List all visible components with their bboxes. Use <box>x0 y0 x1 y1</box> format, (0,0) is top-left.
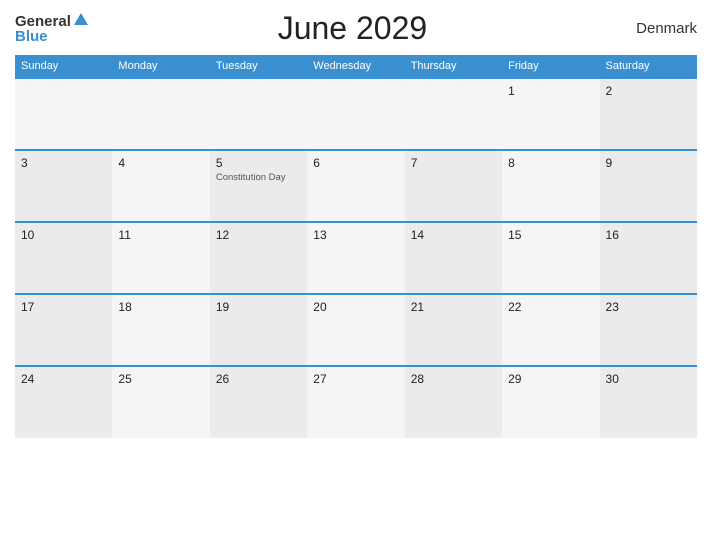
calendar-cell <box>112 78 209 150</box>
calendar-cell: 29 <box>502 366 599 438</box>
logo: General Blue <box>15 14 88 44</box>
day-number: 20 <box>313 300 398 314</box>
calendar-cell: 12 <box>210 222 307 294</box>
calendar-cell: 2 <box>600 78 697 150</box>
day-number: 12 <box>216 228 301 242</box>
calendar-cell: 11 <box>112 222 209 294</box>
calendar-cell: 3 <box>15 150 112 222</box>
calendar-cell: 14 <box>405 222 502 294</box>
calendar-cell: 24 <box>15 366 112 438</box>
weekday-monday: Monday <box>112 55 209 78</box>
day-number: 14 <box>411 228 496 242</box>
calendar-header: Sunday Monday Tuesday Wednesday Thursday… <box>15 55 697 78</box>
calendar-cell: 4 <box>112 150 209 222</box>
weekday-saturday: Saturday <box>600 55 697 78</box>
day-number: 9 <box>606 156 691 170</box>
day-number: 6 <box>313 156 398 170</box>
country-label: Denmark <box>617 20 697 37</box>
calendar-cell: 23 <box>600 294 697 366</box>
weekday-tuesday: Tuesday <box>210 55 307 78</box>
day-number: 17 <box>21 300 106 314</box>
weekday-wednesday: Wednesday <box>307 55 404 78</box>
day-number: 15 <box>508 228 593 242</box>
day-number: 22 <box>508 300 593 314</box>
day-number: 13 <box>313 228 398 242</box>
day-number: 29 <box>508 372 593 386</box>
calendar-cell: 28 <box>405 366 502 438</box>
month-title: June 2029 <box>88 10 617 47</box>
calendar-cell: 10 <box>15 222 112 294</box>
day-number: 1 <box>508 84 593 98</box>
day-number: 30 <box>606 372 691 386</box>
calendar-cell: 18 <box>112 294 209 366</box>
logo-general-text: General <box>15 14 71 29</box>
weekday-thursday: Thursday <box>405 55 502 78</box>
day-number: 23 <box>606 300 691 314</box>
day-number: 16 <box>606 228 691 242</box>
day-number: 10 <box>21 228 106 242</box>
calendar-cell: 15 <box>502 222 599 294</box>
day-number: 7 <box>411 156 496 170</box>
calendar-cell: 27 <box>307 366 404 438</box>
day-number: 5 <box>216 156 301 170</box>
calendar-cell: 21 <box>405 294 502 366</box>
weekday-friday: Friday <box>502 55 599 78</box>
day-number: 18 <box>118 300 203 314</box>
calendar-cell <box>307 78 404 150</box>
day-number: 4 <box>118 156 203 170</box>
calendar-cell <box>405 78 502 150</box>
day-number: 24 <box>21 372 106 386</box>
calendar-cell: 9 <box>600 150 697 222</box>
calendar-cell: 30 <box>600 366 697 438</box>
logo-triangle-icon <box>74 13 88 25</box>
day-number: 3 <box>21 156 106 170</box>
calendar-cell: 25 <box>112 366 209 438</box>
logo-blue-text: Blue <box>15 29 88 44</box>
calendar-cell: 17 <box>15 294 112 366</box>
calendar-cell: 22 <box>502 294 599 366</box>
day-number: 2 <box>606 84 691 98</box>
calendar-cell: 19 <box>210 294 307 366</box>
calendar-cell <box>15 78 112 150</box>
calendar-cell: 26 <box>210 366 307 438</box>
calendar-cell: 6 <box>307 150 404 222</box>
calendar-cell <box>210 78 307 150</box>
calendar-cell: 20 <box>307 294 404 366</box>
event-label: Constitution Day <box>216 172 301 183</box>
calendar-body: 12345Constitution Day6789101112131415161… <box>15 78 697 438</box>
day-number: 26 <box>216 372 301 386</box>
day-number: 27 <box>313 372 398 386</box>
calendar-cell: 1 <box>502 78 599 150</box>
day-number: 19 <box>216 300 301 314</box>
day-number: 25 <box>118 372 203 386</box>
calendar-cell: 7 <box>405 150 502 222</box>
calendar-cell: 13 <box>307 222 404 294</box>
calendar-cell: 16 <box>600 222 697 294</box>
day-number: 11 <box>118 228 203 242</box>
calendar-table: Sunday Monday Tuesday Wednesday Thursday… <box>15 55 697 438</box>
calendar-cell: 8 <box>502 150 599 222</box>
day-number: 21 <box>411 300 496 314</box>
day-number: 28 <box>411 372 496 386</box>
page-header: General Blue June 2029 Denmark <box>15 10 697 47</box>
weekday-sunday: Sunday <box>15 55 112 78</box>
calendar-cell: 5 Constitution Day <box>210 150 307 222</box>
day-number: 8 <box>508 156 593 170</box>
